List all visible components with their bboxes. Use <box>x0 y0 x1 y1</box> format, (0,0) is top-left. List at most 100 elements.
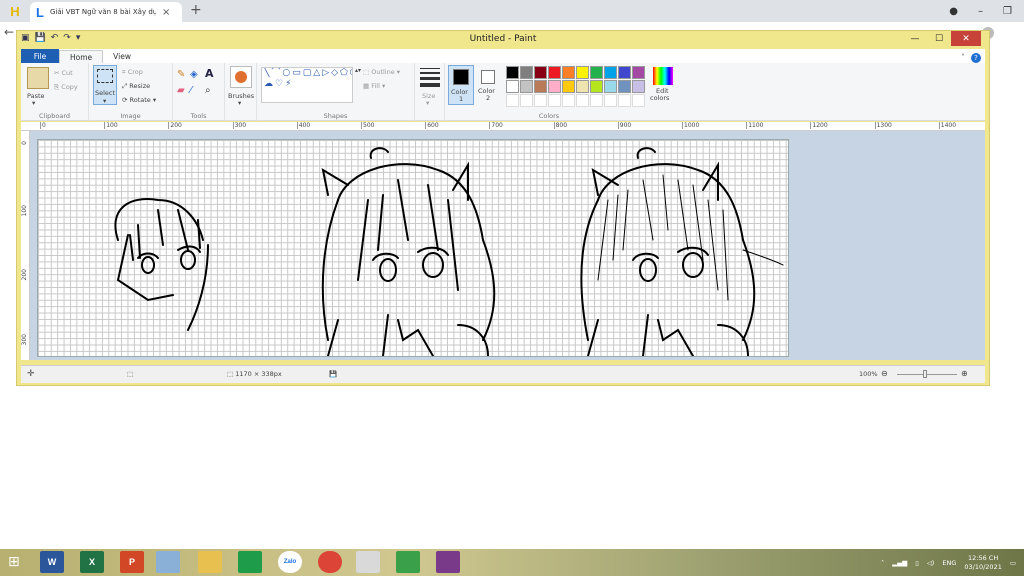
notifications-icon[interactable]: ▭ <box>1010 559 1016 567</box>
drawing-canvas[interactable] <box>38 140 788 356</box>
rotate-button[interactable]: ⟳ Rotate ▾ <box>122 96 156 104</box>
shape-gallery[interactable]: ╲⌒○▭▢△▷◇⬠⬡→←↑↓☆✦✧◯☁♡⚡ <box>261 67 353 103</box>
record-icon[interactable]: ● <box>949 6 958 17</box>
palette-swatch[interactable] <box>590 80 603 93</box>
taskbar-zalo-icon[interactable]: Zalo <box>278 551 302 573</box>
browser-tab-active[interactable]: L Giải VBT Ngữ văn 8 bài Xây dựng × <box>30 2 182 22</box>
paste-icon[interactable] <box>27 67 49 89</box>
minimize-button[interactable]: — <box>903 31 927 46</box>
palette-swatch[interactable] <box>576 66 589 79</box>
select-button[interactable]: Select ▾ <box>93 65 117 105</box>
hoc-logo-icon[interactable]: H <box>0 0 30 22</box>
new-tab-button[interactable]: + <box>190 2 202 18</box>
brushes-icon[interactable] <box>230 66 252 88</box>
zoom-in-button[interactable]: ⊕ <box>961 369 968 378</box>
clock[interactable]: 12:56 CH 03/10/2021 <box>964 554 1001 572</box>
palette-swatch[interactable] <box>534 80 547 93</box>
palette-swatch[interactable] <box>576 80 589 93</box>
taskbar-winrar-icon[interactable] <box>436 551 460 573</box>
palette-swatch-empty[interactable] <box>534 94 547 107</box>
size-dropdown-icon[interactable]: ▾ <box>426 99 429 107</box>
taskbar-excel-icon[interactable]: X <box>80 551 104 573</box>
brushes-dropdown-icon[interactable]: ▾ <box>238 99 241 107</box>
palette-swatch[interactable] <box>618 66 631 79</box>
fill-bucket-icon[interactable]: ◈ <box>190 69 198 80</box>
collapse-ribbon-icon[interactable]: ˄ <box>961 53 965 63</box>
minimize-icon[interactable]: – <box>978 6 983 17</box>
palette-swatch[interactable] <box>604 80 617 93</box>
palette-swatch[interactable] <box>506 80 519 93</box>
palette-swatch[interactable] <box>562 66 575 79</box>
palette-swatch-empty[interactable] <box>548 94 561 107</box>
palette-swatch-empty[interactable] <box>562 94 575 107</box>
zoom-slider-thumb[interactable] <box>923 370 927 378</box>
taskbar-snipping-icon[interactable] <box>356 551 380 573</box>
eraser-icon[interactable]: ▰ <box>177 85 185 96</box>
color-picker-icon[interactable]: ⁄ <box>190 85 192 96</box>
maximize-button[interactable]: ☐ <box>927 31 951 46</box>
color2-button[interactable]: Color 2 <box>476 65 502 105</box>
palette-swatch[interactable] <box>632 66 645 79</box>
text-tool-icon[interactable]: A <box>205 67 214 80</box>
taskbar-greenapp-icon[interactable] <box>396 551 420 573</box>
resize-button[interactable]: ⤢ Resize <box>122 82 150 91</box>
color1-button[interactable]: Color 1 <box>448 65 474 105</box>
palette-swatch[interactable] <box>632 80 645 93</box>
volume-icon[interactable]: ◁) <box>927 559 935 567</box>
back-arrow-icon[interactable]: ← <box>4 25 14 39</box>
taskbar-store-icon[interactable] <box>238 551 262 573</box>
edit-colors-icon[interactable] <box>653 67 673 85</box>
fill-button[interactable]: ▦ Fill ▾ <box>363 82 385 90</box>
close-button[interactable]: ✕ <box>951 31 981 46</box>
palette-swatch-empty[interactable] <box>604 94 617 107</box>
zoom-slider[interactable] <box>897 374 957 375</box>
palette-swatch[interactable] <box>604 66 617 79</box>
palette-swatch[interactable] <box>520 66 533 79</box>
pencil-icon[interactable]: ✎ <box>177 69 185 80</box>
paste-button[interactable]: Paste <box>27 92 45 100</box>
tab-home[interactable]: Home <box>59 50 104 63</box>
taskbar-word-icon[interactable]: W <box>40 551 64 573</box>
palette-swatch[interactable] <box>618 80 631 93</box>
taskbar-chrome-icon[interactable] <box>318 551 342 573</box>
cut-button[interactable]: ✂ Cut <box>54 69 73 77</box>
tab-close-icon[interactable]: × <box>162 7 170 18</box>
paste-dropdown-icon[interactable]: ▾ <box>32 99 35 107</box>
tab-view[interactable]: View <box>103 50 141 63</box>
group-label: Colors <box>538 112 560 120</box>
magnifier-icon[interactable]: ⌕ <box>205 85 211 96</box>
palette-swatch-empty[interactable] <box>590 94 603 107</box>
language-indicator[interactable]: ENG <box>942 559 956 567</box>
ruler-tick-label: 300 <box>232 122 247 129</box>
battery-icon[interactable]: ▯ <box>915 559 919 567</box>
palette-swatch[interactable] <box>534 66 547 79</box>
shape-gallery-scroll-icon[interactable]: ▴▾ <box>355 67 361 74</box>
palette-swatch-empty[interactable] <box>576 94 589 107</box>
taskbar-paint-icon[interactable] <box>156 551 180 573</box>
size-icon[interactable] <box>420 68 440 87</box>
zoom-out-button[interactable]: ⊖ <box>881 369 888 378</box>
network-icon[interactable]: ▂▄▆ <box>892 559 907 567</box>
taskbar-powerpoint-icon[interactable]: P <box>120 551 144 573</box>
palette-swatch[interactable] <box>548 66 561 79</box>
crop-button[interactable]: ⌗ Crop <box>122 68 143 77</box>
tab-file[interactable]: File <box>21 49 59 63</box>
palette-swatch-empty[interactable] <box>632 94 645 107</box>
palette-swatch-empty[interactable] <box>506 94 519 107</box>
tray-expand-icon[interactable]: ˄ <box>881 559 884 567</box>
start-button-icon[interactable]: ⊞ <box>8 554 20 570</box>
palette-swatch-empty[interactable] <box>618 94 631 107</box>
outline-button[interactable]: ⬚ Outline ▾ <box>363 68 400 76</box>
palette-swatch[interactable] <box>520 80 533 93</box>
help-icon[interactable]: ? <box>971 53 981 63</box>
palette-swatch[interactable] <box>548 80 561 93</box>
palette-swatch-empty[interactable] <box>520 94 533 107</box>
copy-button[interactable]: ⎘ Copy <box>54 83 78 92</box>
edit-colors-line2[interactable]: colors <box>650 94 669 102</box>
palette-swatch[interactable] <box>506 66 519 79</box>
palette-swatch[interactable] <box>590 66 603 79</box>
taskbar-explorer-icon[interactable] <box>198 551 222 573</box>
status-bar: ✛ ⬚ ⬚ 1170 × 338px 💾 100% ⊖ ⊕ <box>21 365 985 383</box>
restore-icon[interactable]: ❐ <box>1003 6 1012 17</box>
palette-swatch[interactable] <box>562 80 575 93</box>
